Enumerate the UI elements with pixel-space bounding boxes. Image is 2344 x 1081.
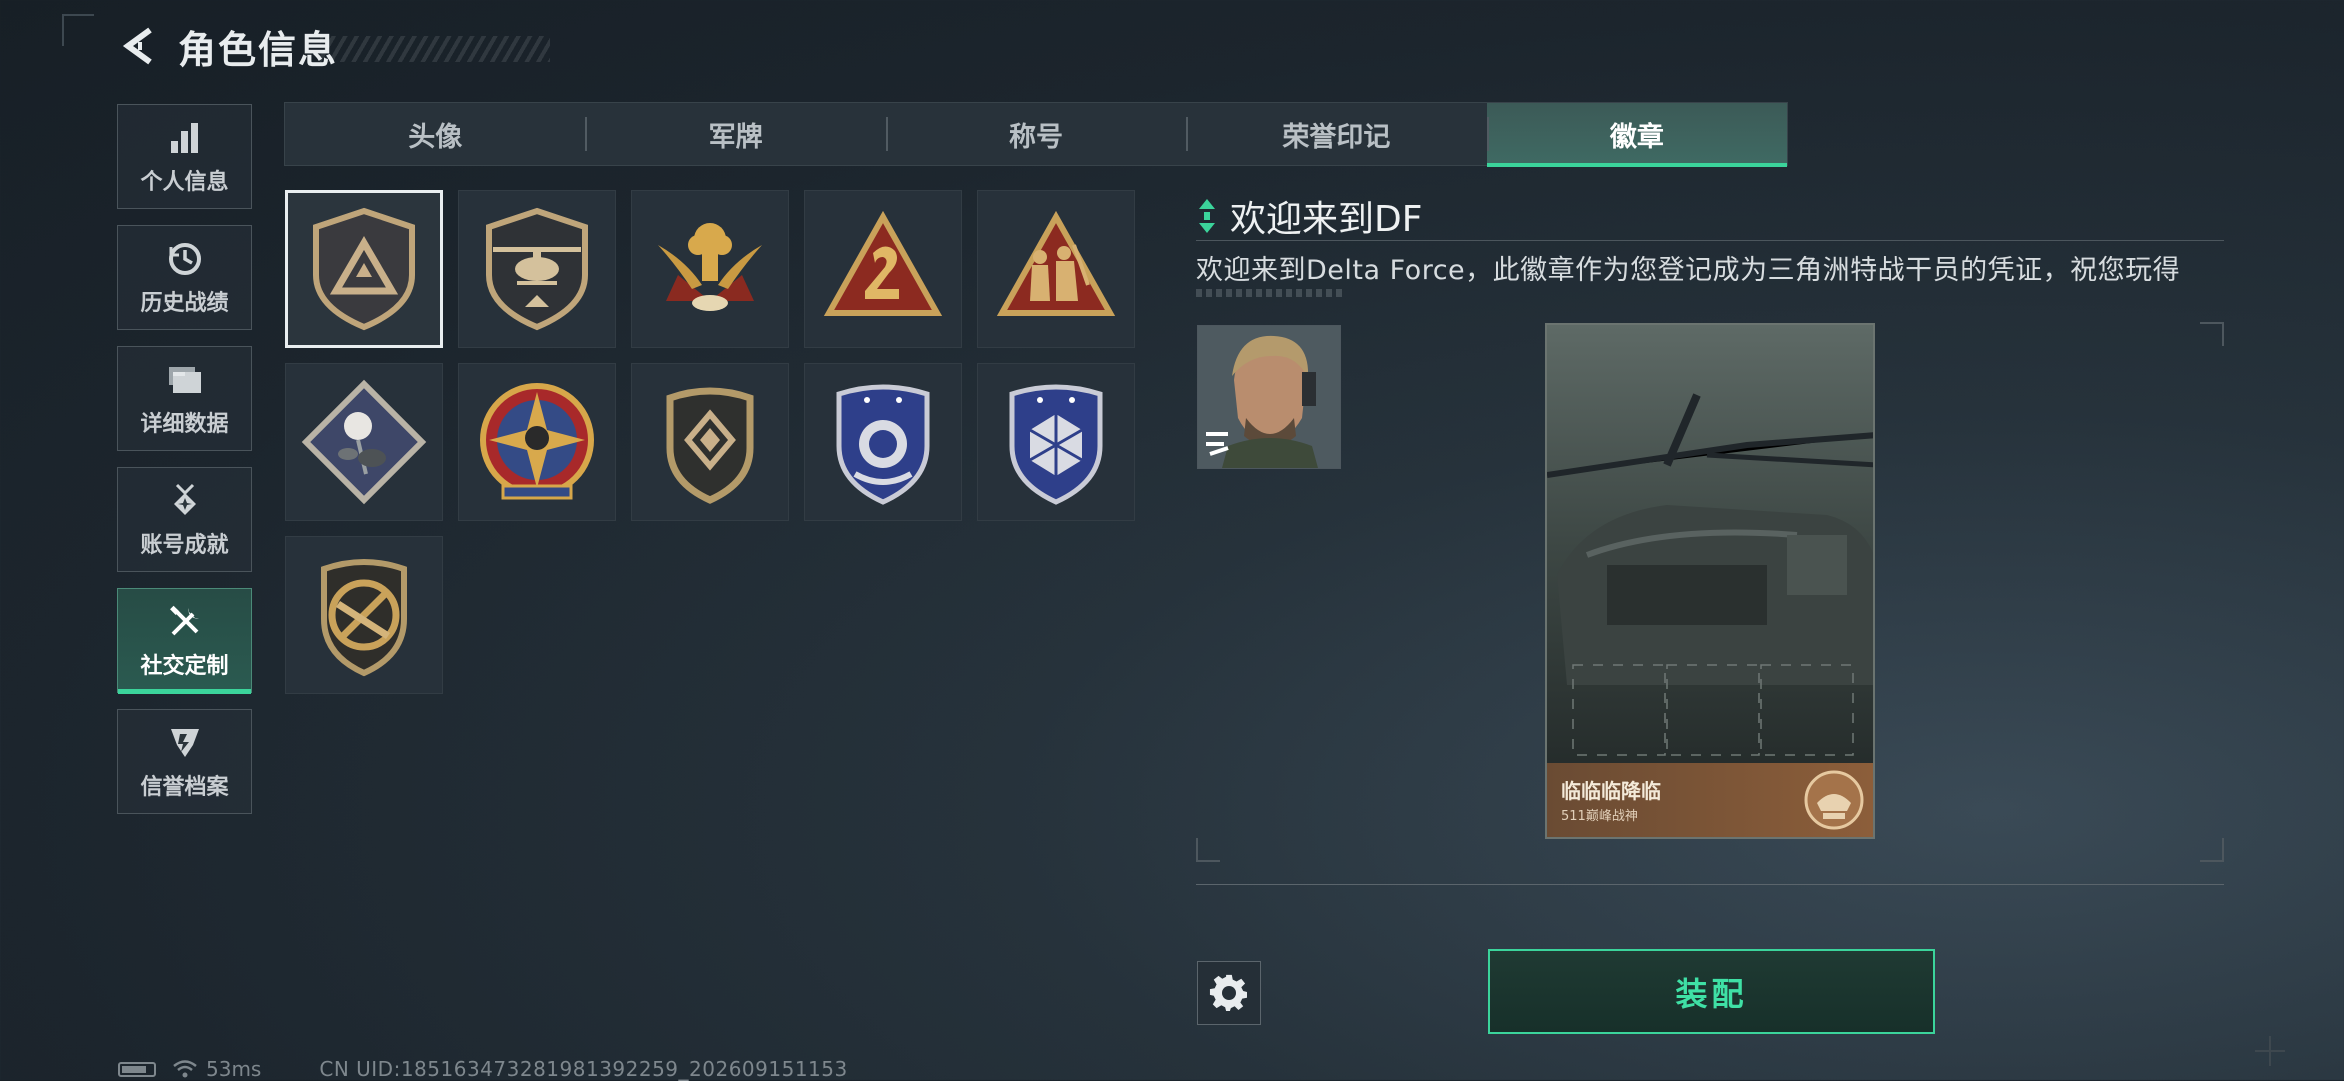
back-arrow-icon [122, 27, 152, 65]
helicopter-badge-icon [486, 207, 588, 331]
sidebar-item-label: 社交定制 [140, 653, 229, 679]
operator-avatar[interactable] [1197, 325, 1341, 469]
tab-honor-mark[interactable]: 荣誉印记 [1186, 103, 1486, 165]
player-rank-title: 511巅峰战神 [1561, 809, 1638, 824]
corner-bracket [62, 14, 94, 46]
frame-corner [2200, 838, 2224, 862]
preview-card: 临临临降临 511巅峰战神 [1545, 323, 1875, 839]
equip-button-label: 装配 [1675, 974, 1748, 1013]
sidebar-item-history[interactable]: 历史战绩 [117, 225, 252, 330]
ping-value: 53ms [206, 1057, 262, 1081]
description-underline [1196, 289, 1346, 297]
gold-shield-badge-icon [666, 387, 754, 504]
badge-slot[interactable] [458, 190, 616, 348]
badge-slot[interactable] [977, 190, 1135, 348]
badge-slot[interactable] [631, 363, 789, 521]
badge-slot[interactable] [804, 363, 962, 521]
rose-diamond-badge-icon [301, 379, 427, 505]
back-button[interactable] [116, 22, 164, 70]
bar-chart-icon [165, 118, 205, 158]
badge-slot[interactable] [977, 363, 1135, 521]
divider [1196, 884, 2224, 885]
uid-text: CN UID:18516347328198139225​9_2026091511… [319, 1057, 848, 1081]
frame-corner [2200, 322, 2224, 346]
badge-slot[interactable] [804, 190, 962, 348]
tools-icon [165, 602, 205, 642]
history-clock-icon [165, 239, 205, 279]
delta-triangle-badge-icon [313, 207, 415, 331]
badge-grid [285, 190, 1137, 694]
sidebar-item-personal-info[interactable]: 个人信息 [117, 104, 252, 209]
tab-dog-tag[interactable]: 军牌 [585, 103, 885, 165]
title-stripe-decoration [320, 36, 550, 62]
badge-slot[interactable] [458, 363, 616, 521]
sidebar: 个人信息 历史战绩 详细数据 账号成就 社交定制 信誉档案 [117, 104, 254, 830]
status-bar: 53ms CN UID:18516347328198139225​9_20260… [118, 1057, 848, 1081]
sidebar-item-label: 个人信息 [140, 169, 229, 195]
number-two-triangle-badge-icon [823, 210, 943, 316]
rank-emblem-icon [1804, 770, 1864, 830]
winged-explosion-badge-icon [658, 223, 762, 311]
battery-icon [118, 1061, 156, 1077]
rifle-prohibited-badge-icon [321, 559, 407, 677]
sidebar-item-detailed-data[interactable]: 详细数据 [117, 346, 252, 451]
sidebar-item-label: 账号成就 [140, 532, 229, 558]
skull-star-badge-icon [480, 383, 594, 500]
tab-title[interactable]: 称号 [885, 103, 1186, 165]
operator-portrait [1198, 326, 1340, 468]
badge-slot[interactable] [285, 190, 443, 348]
badge-slot[interactable] [285, 536, 443, 694]
badge-description: 欢迎来到Delta Force，此徽章作为您登记成为三角洲特战干员的凭证，祝您玩… [1196, 255, 2181, 286]
tab-badge[interactable]: 徽章 [1486, 103, 1788, 167]
badge-slot[interactable] [285, 363, 443, 521]
helicopter-background-image [1547, 325, 1873, 769]
sidebar-item-label: 详细数据 [140, 411, 229, 437]
badge-slot[interactable] [631, 190, 789, 348]
credit-shield-icon [165, 723, 205, 763]
sidebar-item-credit-record[interactable]: 信誉档案 [117, 709, 252, 814]
blue-laurel-shield-badge-icon [836, 384, 930, 505]
crosshair-decoration [2255, 1036, 2285, 1066]
tab-avatar[interactable]: 头像 [285, 103, 585, 165]
page-title: 角色信息 [178, 27, 339, 72]
wifi-icon [173, 1060, 197, 1078]
folder-stack-icon [165, 360, 205, 400]
sidebar-item-social-custom[interactable]: 社交定制 [117, 588, 252, 694]
blue-polyhedron-shield-badge-icon [1009, 384, 1103, 505]
diamond-marker-icon [1199, 199, 1215, 233]
sidebar-item-achievements[interactable]: 账号成就 [117, 467, 252, 572]
sidebar-item-label: 信誉档案 [140, 774, 229, 800]
card-nameplate: 临临临降临 511巅峰战神 [1547, 763, 1873, 837]
equip-button[interactable]: 装配 [1488, 949, 1935, 1034]
gear-icon [1209, 974, 1247, 1011]
tab-bar: 头像 军牌 称号 荣誉印记 徽章 [284, 102, 1788, 167]
achievement-medal-icon [165, 481, 205, 521]
sidebar-item-label: 历史战绩 [140, 290, 229, 316]
settings-button[interactable] [1197, 961, 1261, 1025]
frame-corner [1196, 838, 1220, 862]
player-name: 临临临降临 [1561, 779, 1661, 803]
badge-title: 欢迎来到DF [1230, 199, 1423, 240]
page-header: 角色信息 [116, 22, 338, 72]
divider [1196, 240, 2224, 241]
soldiers-triangle-badge-icon [996, 210, 1116, 316]
badge-detail-header: 欢迎来到DF [1198, 190, 1422, 242]
